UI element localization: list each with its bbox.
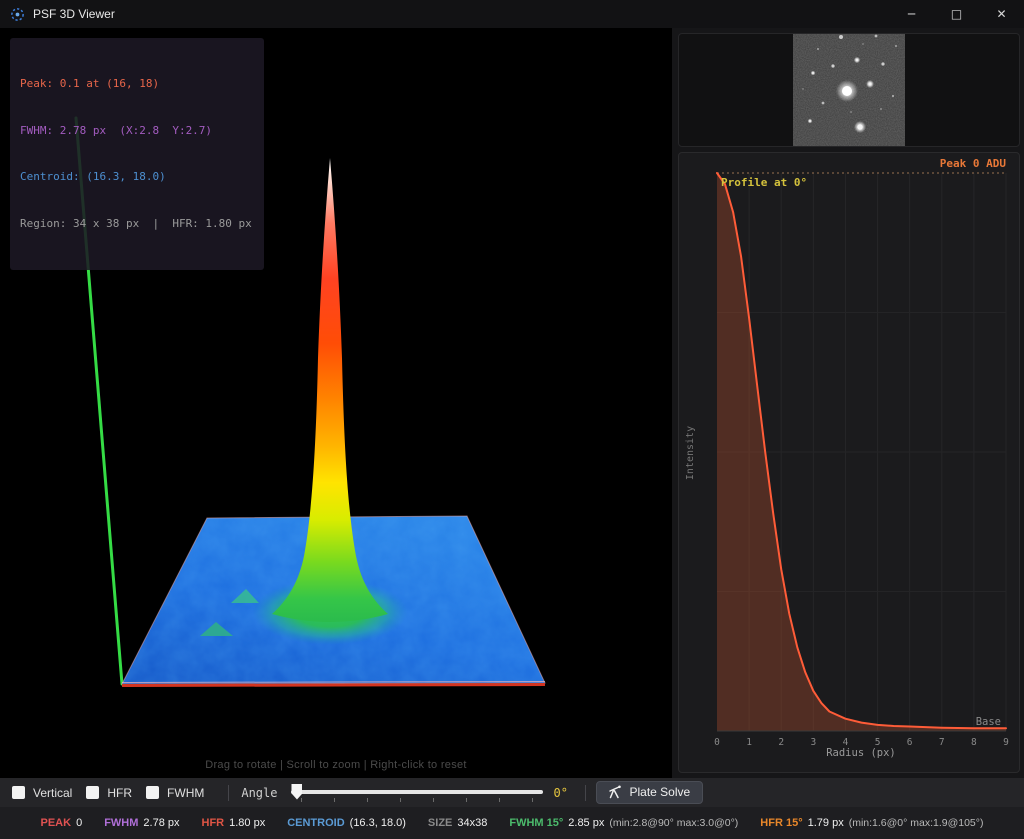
status-item-value: 0	[76, 817, 82, 829]
status-item-detail: (min:1.6@0° max:1.9@105°)	[849, 817, 984, 829]
minimize-button[interactable]: ─	[889, 0, 934, 28]
status-item-value: 1.79 px	[808, 817, 844, 829]
status-bar: PEAK 0 FWHM 2.78 px HFR 1.80 px CENTROID (16.3,…	[0, 807, 1024, 839]
psf-3d-viewport[interactable]: Peak: 0.1 at (16, 18) FWHM: 2.78 px (X:2…	[0, 28, 672, 778]
overlay-region: Region: 34 x 38 px | HFR: 1.80 px	[20, 216, 252, 232]
angle-label: Angle	[241, 786, 277, 800]
status-item: PEAK 0	[41, 817, 83, 829]
overlay-fwhm: FWHM: 2.78 px (X:2.8 Y:2.7)	[20, 123, 252, 139]
app-window: PSF 3D Viewer ─ □ ✕	[0, 0, 1024, 839]
status-item: SIZE 34x38	[428, 817, 487, 829]
svg-text:2: 2	[778, 737, 784, 748]
status-item-label: FWHM	[104, 817, 138, 829]
status-item: HFR 1.80 px	[202, 817, 266, 829]
angle-value: 0°	[553, 786, 575, 800]
close-button[interactable]: ✕	[979, 0, 1024, 28]
telescope-icon	[607, 785, 622, 799]
svg-text:3: 3	[810, 737, 816, 748]
checkbox-box[interactable]	[146, 786, 159, 799]
title-bar: PSF 3D Viewer ─ □ ✕	[0, 0, 1024, 28]
toolbar-separator	[228, 785, 229, 801]
y-axis-label: Intensity	[685, 426, 696, 480]
status-item-label: SIZE	[428, 817, 452, 829]
status-item-label: HFR	[202, 817, 225, 829]
status-item: CENTROID (16.3, 18.0)	[287, 817, 406, 829]
profile-chart: Peak 0 ADU Profile at 0° Intensity Base …	[679, 153, 1019, 765]
chart-title: Profile at 0°	[721, 176, 807, 189]
checkbox-vertical[interactable]: Vertical	[12, 786, 72, 800]
plate-solve-button[interactable]: Plate Solve	[596, 781, 703, 804]
psf-stats-overlay: Peak: 0.1 at (16, 18) FWHM: 2.78 px (X:2…	[10, 38, 264, 270]
status-item-value: 34x38	[457, 817, 487, 829]
svg-text:0: 0	[714, 737, 720, 748]
overlay-centroid: Centroid: (16.3, 18.0)	[20, 169, 252, 185]
status-item-label: CENTROID	[287, 817, 344, 829]
x-axis-label: Radius (px)	[826, 747, 896, 759]
x-axis-line	[122, 685, 545, 686]
checkbox-box[interactable]	[12, 786, 25, 799]
status-item: FWHM 15° 2.85 px (min:2.8@90° max:3.0@0°)	[509, 817, 738, 829]
maximize-button[interactable]: □	[934, 0, 979, 28]
status-item-detail: (min:2.8@90° max:3.0@0°)	[609, 817, 738, 829]
status-item-value: 2.78 px	[143, 817, 179, 829]
status-item-value: 1.80 px	[229, 817, 265, 829]
status-item: FWHM 2.78 px	[104, 817, 179, 829]
svg-text:6: 6	[907, 737, 913, 748]
star-image-panel	[678, 33, 1020, 147]
peak-adu-label: Peak 0 ADU	[940, 157, 1007, 170]
checkbox-label: FWHM	[167, 786, 204, 800]
svg-text:1: 1	[746, 737, 752, 748]
svg-text:7: 7	[939, 737, 945, 748]
status-item-value: (16.3, 18.0)	[350, 817, 406, 829]
angle-slider-track[interactable]	[291, 790, 543, 794]
status-item-label: FWHM 15°	[509, 817, 563, 829]
profile-chart-panel: Peak 0 ADU Profile at 0° Intensity Base …	[678, 152, 1020, 773]
toolbar-separator	[585, 785, 586, 801]
right-column: Peak 0 ADU Profile at 0° Intensity Base …	[672, 28, 1024, 778]
window-controls: ─ □ ✕	[889, 0, 1024, 28]
checkbox-label: Vertical	[33, 786, 72, 800]
status-item: HFR 15° 1.79 px (min:1.6@0° max:1.9@105°)	[760, 817, 983, 829]
checkbox-group: Vertical HFR FWHM	[12, 786, 218, 800]
window-title: PSF 3D Viewer	[33, 7, 115, 21]
angle-slider[interactable]	[291, 783, 543, 803]
status-item-value: 2.85 px	[568, 817, 604, 829]
status-item-label: HFR 15°	[760, 817, 802, 829]
app-icon	[10, 7, 25, 22]
overlay-peak: Peak: 0.1 at (16, 18)	[20, 76, 252, 92]
svg-text:8: 8	[971, 737, 977, 748]
svg-text:9: 9	[1003, 737, 1009, 748]
checkbox-fwhm[interactable]: FWHM	[146, 786, 204, 800]
bottom-toolbar: Vertical HFR FWHM Angle 0° Plate Solve	[0, 778, 1024, 807]
star-field-image	[793, 34, 905, 146]
main-area: Peak: 0.1 at (16, 18) FWHM: 2.78 px (X:2…	[0, 28, 1024, 778]
viewport-hint: Drag to rotate | Scroll to zoom | Right-…	[0, 759, 672, 771]
checkbox-label: HFR	[107, 786, 132, 800]
checkbox-box[interactable]	[86, 786, 99, 799]
angle-slider-ticks	[301, 798, 533, 802]
base-label: Base	[976, 716, 1001, 728]
status-item-label: PEAK	[41, 817, 72, 829]
plate-solve-label: Plate Solve	[629, 785, 690, 799]
checkbox-hfr[interactable]: HFR	[86, 786, 132, 800]
